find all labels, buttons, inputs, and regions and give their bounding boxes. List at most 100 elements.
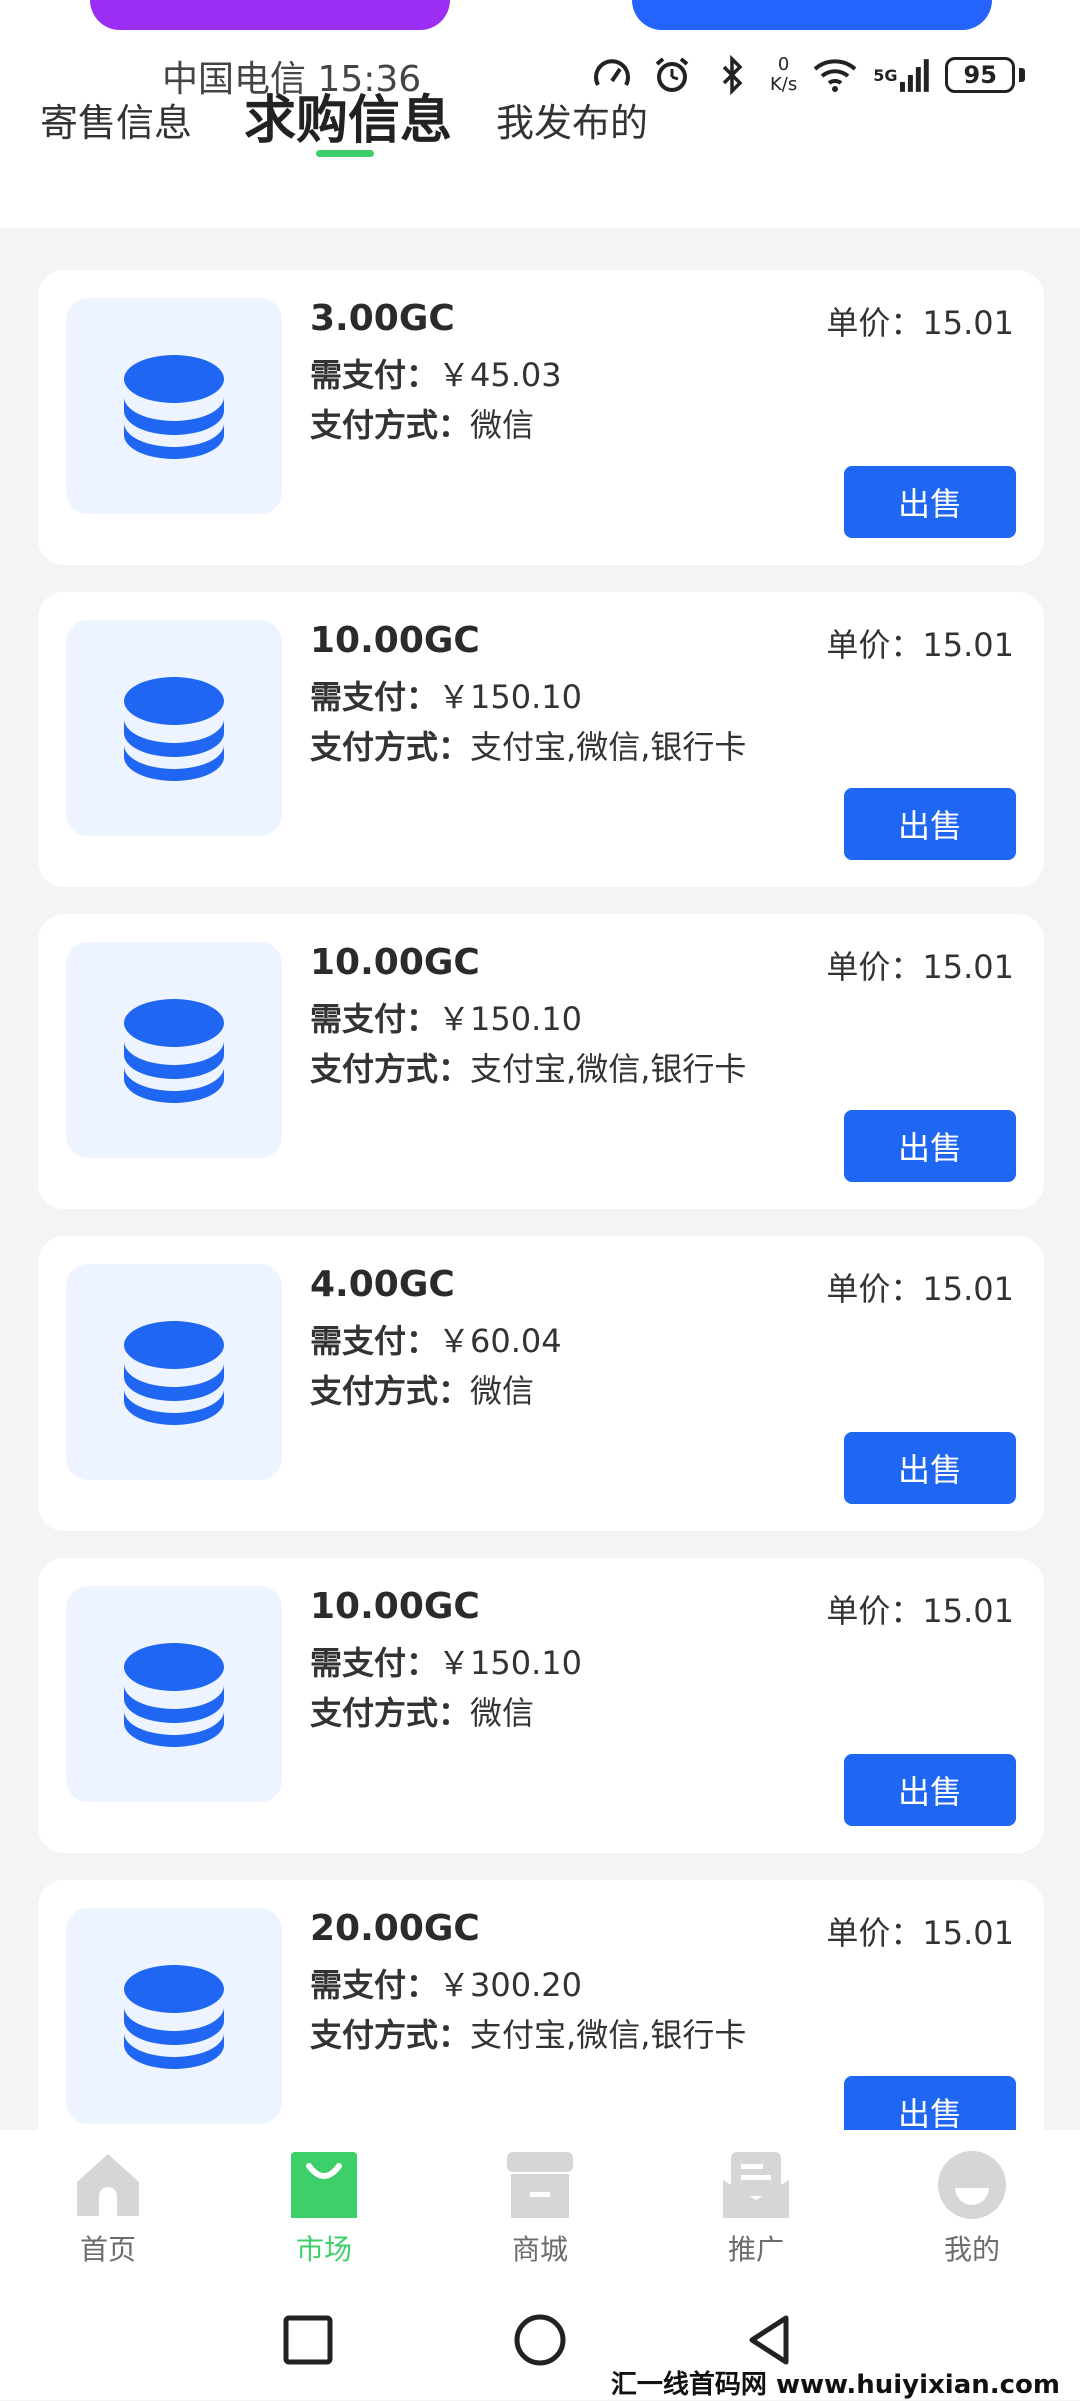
envelope-icon bbox=[723, 2152, 789, 2218]
sell-button[interactable]: 出售 bbox=[844, 788, 1016, 860]
sell-button[interactable]: 出售 bbox=[844, 1432, 1016, 1504]
home-icon bbox=[77, 2154, 139, 2216]
order-amount: 10.00GC bbox=[310, 942, 480, 983]
order-pay-line: 需支付：￥150.10 bbox=[310, 672, 582, 718]
store-icon bbox=[507, 2152, 573, 2218]
nav-store[interactable]: 商城 bbox=[432, 2130, 648, 2280]
order-method-line: 支付方式：微信 bbox=[310, 1366, 534, 1412]
order-pay-line: 需支付：￥45.03 bbox=[310, 350, 562, 396]
nav-promote[interactable]: 推广 bbox=[648, 2130, 864, 2280]
wifi-icon bbox=[813, 53, 857, 97]
coin-stack-icon bbox=[124, 1965, 224, 2069]
order-method-value: 支付宝,微信,银行卡 bbox=[470, 1050, 747, 1088]
coin-stack-icon-tile bbox=[66, 298, 282, 514]
pay-method-label: 支付方式： bbox=[310, 2016, 471, 2054]
order-method-line: 支付方式：微信 bbox=[310, 400, 534, 446]
order-pay-line: 需支付：￥300.20 bbox=[310, 1960, 582, 2006]
order-amount: 4.00GC bbox=[310, 1264, 455, 1305]
order-method-line: 支付方式：微信 bbox=[310, 1688, 534, 1734]
order-pay-value: ￥150.10 bbox=[438, 678, 582, 716]
network-type: 5G bbox=[873, 65, 898, 85]
bottom-nav: 首页 市场 商城 推广 我的 bbox=[0, 2130, 1080, 2280]
order-method-line: 支付方式：支付宝,微信,银行卡 bbox=[310, 722, 746, 768]
pay-method-label: 支付方式： bbox=[310, 1372, 471, 1410]
unit-price-label: 单价： bbox=[826, 1914, 923, 1952]
order-unit-price: 单价：15.01 bbox=[826, 1586, 1014, 1632]
order-card: 10.00GC 需支付：￥150.10 支付方式：微信 单价：15.01 出售 bbox=[38, 1558, 1044, 1853]
order-method-value: 微信 bbox=[470, 1372, 535, 1410]
order-pay-value: ￥150.10 bbox=[438, 1644, 582, 1682]
blue-banner-button[interactable] bbox=[632, 0, 992, 30]
order-card: 4.00GC 需支付：￥60.04 支付方式：微信 单价：15.01 出售 bbox=[38, 1236, 1044, 1531]
tab-consignment[interactable]: 寄售信息 bbox=[40, 92, 192, 147]
order-unit-price: 单价：15.01 bbox=[826, 1264, 1014, 1310]
order-unit-price: 单价：15.01 bbox=[826, 942, 1014, 988]
coin-stack-icon bbox=[124, 355, 224, 459]
unit-price-label: 单价： bbox=[826, 626, 923, 664]
order-method-line: 支付方式：支付宝,微信,银行卡 bbox=[310, 2010, 746, 2056]
battery-icon: 95 bbox=[945, 57, 1016, 93]
order-amount: 20.00GC bbox=[310, 1908, 480, 1949]
battery-cap bbox=[1019, 68, 1026, 82]
unit-price-value: 15.01 bbox=[922, 1914, 1014, 1952]
need-pay-label: 需支付： bbox=[310, 356, 439, 394]
back-triangle-icon[interactable] bbox=[740, 2310, 800, 2370]
recent-apps-square-icon[interactable] bbox=[278, 2310, 338, 2370]
purple-banner-button[interactable] bbox=[90, 0, 450, 30]
nav-home[interactable]: 首页 bbox=[0, 2130, 216, 2280]
unit-price-value: 15.01 bbox=[922, 948, 1014, 986]
speedometer-icon bbox=[590, 53, 634, 97]
profile-icon bbox=[938, 2151, 1006, 2219]
coin-stack-icon bbox=[124, 999, 224, 1103]
unit-price-value: 15.01 bbox=[922, 626, 1014, 664]
order-unit-price: 单价：15.01 bbox=[826, 1908, 1014, 1954]
sell-button[interactable]: 出售 bbox=[844, 1110, 1016, 1182]
nav-profile[interactable]: 我的 bbox=[864, 2130, 1080, 2280]
tab-purchase-requests[interactable]: 求购信息 bbox=[244, 78, 452, 153]
coin-stack-icon bbox=[124, 677, 224, 781]
nav-promote-label: 推广 bbox=[727, 2233, 784, 2266]
home-circle-icon[interactable] bbox=[510, 2310, 570, 2370]
pay-method-label: 支付方式： bbox=[310, 1694, 471, 1732]
order-method-value: 支付宝,微信,银行卡 bbox=[470, 2016, 747, 2054]
shopping-bag-icon bbox=[291, 2152, 357, 2218]
sell-button[interactable]: 出售 bbox=[844, 466, 1016, 538]
unit-price-value: 15.01 bbox=[922, 304, 1014, 342]
order-amount: 3.00GC bbox=[310, 298, 455, 339]
nav-market[interactable]: 市场 bbox=[216, 2130, 432, 2280]
order-pay-line: 需支付：￥150.10 bbox=[310, 1638, 582, 1684]
speed-unit: K/s bbox=[770, 74, 798, 95]
coin-stack-icon-tile bbox=[66, 942, 282, 1158]
need-pay-label: 需支付： bbox=[310, 1000, 439, 1038]
order-unit-price: 单价：15.01 bbox=[826, 298, 1014, 344]
tab-my-posts[interactable]: 我发布的 bbox=[496, 92, 648, 147]
nav-home-label: 首页 bbox=[79, 2233, 136, 2266]
pay-method-label: 支付方式： bbox=[310, 1050, 471, 1088]
order-amount: 10.00GC bbox=[310, 620, 480, 661]
need-pay-label: 需支付： bbox=[310, 1966, 439, 2004]
order-pay-line: 需支付：￥60.04 bbox=[310, 1316, 562, 1362]
coin-stack-icon-tile bbox=[66, 1264, 282, 1480]
top-header: 中国电信 15:36 0 K/s 5G 95 寄售信息 求购信息 我发布的 bbox=[0, 0, 1080, 228]
order-card: 10.00GC 需支付：￥150.10 支付方式：支付宝,微信,银行卡 单价：1… bbox=[38, 914, 1044, 1209]
unit-price-label: 单价： bbox=[826, 1270, 923, 1308]
order-pay-line: 需支付：￥150.10 bbox=[310, 994, 582, 1040]
order-card: 20.00GC 需支付：￥300.20 支付方式：支付宝,微信,银行卡 单价：1… bbox=[38, 1880, 1044, 2140]
pay-method-label: 支付方式： bbox=[310, 406, 471, 444]
coin-stack-icon-tile bbox=[66, 1908, 282, 2124]
need-pay-label: 需支付： bbox=[310, 1322, 439, 1360]
order-pay-value: ￥45.03 bbox=[438, 356, 562, 394]
watermark-text: 汇一线首码网 www.huiyixian.com bbox=[610, 2370, 1060, 2400]
purchase-order-list[interactable]: 3.00GC 需支付：￥45.03 支付方式：微信 单价：15.01 出售 10… bbox=[38, 270, 1044, 2140]
pay-method-label: 支付方式： bbox=[310, 728, 471, 766]
coin-stack-icon-tile bbox=[66, 620, 282, 836]
nav-store-label: 商城 bbox=[511, 2233, 568, 2266]
unit-price-label: 单价： bbox=[826, 948, 923, 986]
order-pay-value: ￥60.04 bbox=[438, 1322, 562, 1360]
need-pay-label: 需支付： bbox=[310, 678, 439, 716]
coin-stack-icon bbox=[124, 1321, 224, 1425]
sell-button[interactable]: 出售 bbox=[844, 1754, 1016, 1826]
signal-icon: 5G bbox=[873, 53, 929, 97]
order-card: 3.00GC 需支付：￥45.03 支付方式：微信 单价：15.01 出售 bbox=[38, 270, 1044, 565]
status-icons: 0 K/s 5G 95 bbox=[590, 50, 1026, 100]
